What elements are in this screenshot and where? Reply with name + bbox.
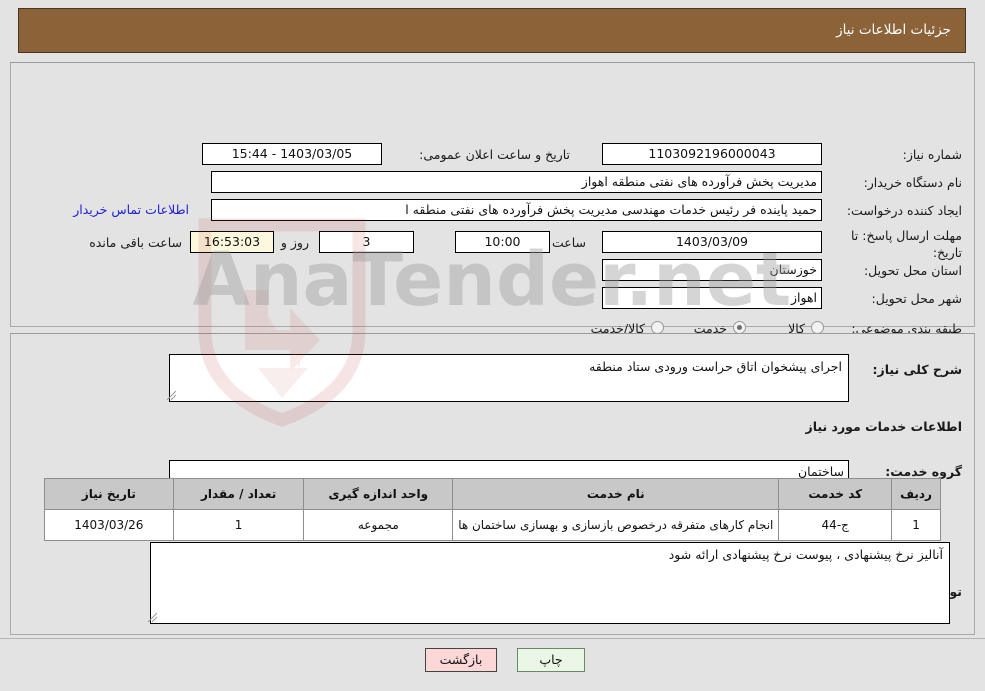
table-header-row: ردیف کد خدمت نام خدمت واحد اندازه گیری ت…: [44, 478, 941, 510]
label-delivery-city: شهر محل تحویل:: [871, 291, 962, 306]
field-announce-datetime[interactable]: 1403/03/05 - 15:44: [202, 143, 382, 165]
back-button[interactable]: بازگشت: [425, 648, 497, 672]
label-hour: ساعت: [551, 235, 586, 250]
field-request-creator[interactable]: حمید پاینده فر رئیس خدمات مهندسی مدیریت …: [211, 199, 822, 221]
page-title: جزئیات اطلاعات نیاز: [836, 22, 951, 38]
label-need-number: شماره نیاز:: [902, 147, 962, 162]
label-buyer-org: نام دستگاه خریدار:: [863, 175, 962, 190]
textarea-buyer-notes[interactable]: [150, 542, 950, 624]
label-days-unit: روز و: [280, 235, 309, 250]
th-quantity: تعداد / مقدار: [172, 478, 305, 510]
table-row: 1 ج-44 انجام کارهای متفرقه درخصوص بازساز…: [44, 509, 941, 541]
label-remaining-hours: ساعت باقی مانده: [89, 235, 182, 250]
cell-service-name: انجام کارهای متفرقه درخصوص بازسازی و بهس…: [452, 509, 780, 541]
cell-quantity: 1: [172, 509, 305, 541]
field-delivery-province[interactable]: خوزستان: [602, 259, 822, 281]
th-unit: واحد اندازه گیری: [303, 478, 454, 510]
label-general-description: شرح کلی نیاز:: [872, 362, 962, 377]
footer-divider: [0, 638, 985, 639]
label-delivery-province: استان محل تحویل:: [863, 263, 962, 278]
cell-need-date: 1403/03/26: [44, 509, 174, 541]
label-response-deadline: مهلت ارسال پاسخ: تا تاریخ:: [851, 228, 962, 260]
field-buyer-org[interactable]: مدیریت پخش فرآورده های نفتی منطقه اهواز: [211, 171, 822, 193]
textarea-general-description[interactable]: [169, 354, 849, 402]
field-deadline-date[interactable]: 1403/03/09: [602, 231, 822, 253]
label-announce-datetime: تاریخ و ساعت اعلان عمومی:: [419, 147, 570, 162]
print-button[interactable]: چاپ: [517, 648, 585, 672]
page-root: جزئیات اطلاعات نیاز AnaTender.net شماره …: [0, 0, 985, 691]
label-request-creator: ایجاد کننده درخواست:: [846, 203, 962, 218]
th-row-no: ردیف: [891, 478, 941, 510]
th-need-date: تاریخ نیاز: [44, 478, 174, 510]
buyer-contact-link[interactable]: اطلاعات تماس خریدار: [73, 202, 189, 217]
field-need-number[interactable]: 1103092196000043: [602, 143, 822, 165]
field-deadline-hour[interactable]: 10:00: [455, 231, 550, 253]
page-header-bar: جزئیات اطلاعات نیاز: [18, 8, 966, 53]
cell-unit: مجموعه: [303, 509, 454, 541]
field-remaining-days: 3: [319, 231, 414, 253]
th-service-code: کد خدمت: [778, 478, 893, 510]
cell-service-code: ج-44: [778, 509, 893, 541]
field-remaining-timer: 16:53:03: [190, 231, 274, 253]
services-table: ردیف کد خدمت نام خدمت واحد اندازه گیری ت…: [44, 478, 941, 541]
section-title-services: اطلاعات خدمات مورد نیاز: [805, 419, 963, 434]
need-summary-panel: شماره نیاز: 1103092196000043 تاریخ و ساع…: [10, 62, 975, 368]
cell-row-no: 1: [891, 509, 941, 541]
label-service-group: گروه خدمت:: [885, 464, 962, 479]
th-service-name: نام خدمت: [452, 478, 780, 510]
field-delivery-city[interactable]: اهواز: [602, 287, 822, 309]
